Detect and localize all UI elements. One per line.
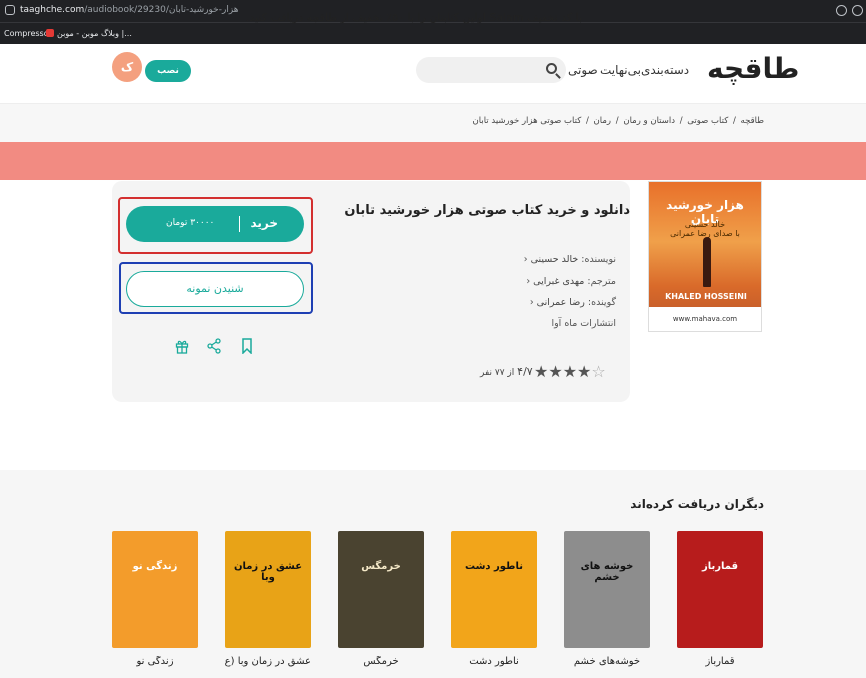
breadcrumb-item-audiobook[interactable]: کتاب صوتی xyxy=(687,116,728,126)
nav-audio[interactable]: صوتی xyxy=(568,63,598,77)
rec-cover-text: ناطور دشت xyxy=(465,561,523,572)
cover-author-en: KHALED HOSSEINI xyxy=(665,292,747,301)
author-name[interactable]: خالد حسینی xyxy=(531,254,579,265)
recommendations-title: دیگران دریافت کرده‌اند xyxy=(630,497,764,511)
bookmark-star-icon[interactable] xyxy=(852,5,863,16)
breadcrumb-item-current: کتاب صوتی هزار خورشید تابان xyxy=(472,116,582,126)
promo-text: با کد تخفیف Salam اولین کتابتان را با ۵۰… xyxy=(245,11,582,24)
user-avatar[interactable]: ک xyxy=(112,52,142,82)
bookmark-mobin-label: وبلاگ موبن - موبن |... xyxy=(57,29,132,38)
rec-cover[interactable]: زندگی نو xyxy=(112,531,198,648)
breadcrumb-item-home[interactable]: طاقچه xyxy=(741,116,764,126)
bookmark-favicon-icon xyxy=(46,29,54,37)
rec-name[interactable]: عشق در زمان وبا (ع... xyxy=(225,656,311,667)
nav-categories[interactable]: دسته‌بندی xyxy=(641,63,689,77)
rec-cover[interactable]: خرمگس xyxy=(338,531,424,648)
star-icon: ★ xyxy=(548,362,563,381)
share-icon[interactable] xyxy=(207,338,221,354)
rec-cover-text: قمارباز xyxy=(701,561,739,572)
rec-cover[interactable]: عشق در زمان وبا xyxy=(225,531,311,648)
buy-price: ۳۰۰۰۰ تومان xyxy=(166,218,215,228)
cover-site: www.mahava.com xyxy=(649,307,761,331)
rec-cover[interactable]: خوشه های خشم xyxy=(564,531,650,648)
buy-button[interactable]: خرید ۳۰۰۰۰ تومان xyxy=(126,206,304,242)
search-icon[interactable] xyxy=(546,63,557,74)
promo-banner xyxy=(0,142,866,180)
rating-count: از ۷۷ نفر xyxy=(480,368,515,378)
rec-item-grapes-of-wrath[interactable]: خوشه های خشم خوشه‌های خشم xyxy=(564,531,650,667)
gift-icon[interactable] xyxy=(175,338,189,354)
rec-name[interactable]: ناطور دشت xyxy=(451,656,537,667)
cover-subtitle: خالد حسینی با صدای رضا عمرانی xyxy=(655,220,755,238)
rec-item-catcher-in-the-rye[interactable]: ناطور دشت ناطور دشت xyxy=(451,531,537,667)
star-icon: ★ xyxy=(534,362,549,381)
rec-cover[interactable]: ناطور دشت xyxy=(451,531,537,648)
taaghche-logo[interactable]: طاقچه xyxy=(707,52,799,85)
rec-item-new-life[interactable]: زندگی نو زندگی نو xyxy=(112,531,198,667)
star-icon: ★ xyxy=(577,362,592,381)
author-row[interactable]: نویسنده: خالد حسینی ‹ xyxy=(524,254,616,265)
publisher[interactable]: انتشارات ماه آوا xyxy=(551,318,616,329)
rating-value: ۴/۷ xyxy=(517,365,533,378)
url-text[interactable]: taaghche.com/audiobook/29230/هزار-خورشید… xyxy=(20,5,239,15)
buy-separator xyxy=(239,216,240,232)
rec-cover-text: عشق در زمان وبا xyxy=(233,561,303,583)
rec-cover-text: خرمگس xyxy=(361,561,401,572)
rec-cover-text: زندگی نو xyxy=(132,561,178,572)
cover-author-fa: خالد حسینی xyxy=(684,220,726,229)
rec-item-gambler[interactable]: قمارباز قمارباز xyxy=(677,531,763,667)
translator-row[interactable]: مترجم: مهدی غبرایی ‹ xyxy=(526,276,616,287)
bookmark-icon[interactable] xyxy=(240,338,254,354)
url-path: /audiobook/29230/هزار-خورشید-تابان xyxy=(84,5,239,15)
breadcrumb-item-novel[interactable]: رمان xyxy=(594,116,612,126)
rec-name[interactable]: خوشه‌های خشم xyxy=(564,656,650,667)
rec-name[interactable]: زندگی نو xyxy=(112,656,198,667)
bookmark-mobin[interactable]: وبلاگ موبن - موبن |... xyxy=(46,29,132,38)
rec-item-love-in-time-of-cholera[interactable]: عشق در زمان وبا عشق در زمان وبا (ع... xyxy=(225,531,311,667)
rating-stars: ★★★★☆ xyxy=(534,362,606,381)
cover-figure-image xyxy=(703,237,711,287)
book-cover: هزار خورشید تابان خالد حسینی با صدای رضا … xyxy=(648,181,762,332)
site-header: طاقچه دسته‌بندی بی‌نهایت صوتی نصب طاقچه … xyxy=(0,44,866,104)
rec-cover-text: خوشه های خشم xyxy=(580,561,634,583)
nav-unlimited[interactable]: بی‌نهایت xyxy=(600,63,641,77)
narrator-row[interactable]: گوینده: رضا عمرانی ‹ xyxy=(530,297,616,308)
search-input[interactable] xyxy=(416,57,566,83)
listen-sample-button[interactable]: شنیدن نمونه xyxy=(126,271,304,307)
narrator-label: گوینده: xyxy=(587,297,616,308)
url-host: taaghche.com xyxy=(20,5,85,15)
rec-name[interactable]: قمارباز xyxy=(677,656,763,667)
book-title: دانلود و خرید کتاب صوتی هزار خورشید تابا… xyxy=(344,203,630,218)
buy-label: خرید xyxy=(250,216,278,230)
tracking-icon[interactable] xyxy=(836,5,847,16)
rating-text: ۴/۷ از ۷۷ نفر xyxy=(480,365,533,378)
star-half-icon: ☆ xyxy=(591,362,606,381)
rec-item-gadfly[interactable]: خرمگس خرمگس xyxy=(338,531,424,667)
bookmark-compressor[interactable]: Compressor xyxy=(4,29,52,38)
rec-name[interactable]: خرمگس xyxy=(338,656,424,667)
author-label: نویسنده: xyxy=(581,254,616,265)
bookmarks-bar: Compressor وبلاگ موبن - موبن |... xyxy=(0,22,866,44)
translator-label: مترجم: xyxy=(587,276,616,287)
site-info-icon[interactable] xyxy=(5,5,15,15)
breadcrumb-item-fiction[interactable]: داستان و رمان xyxy=(623,116,675,126)
breadcrumb: طاقچه / کتاب صوتی / داستان و رمان / رمان… xyxy=(472,116,765,126)
rec-cover[interactable]: قمارباز xyxy=(677,531,763,648)
narrator-name[interactable]: رضا عمرانی xyxy=(537,297,585,308)
install-app-button[interactable]: نصب طاقچه xyxy=(145,60,191,98)
translator-name[interactable]: مهدی غبرایی xyxy=(533,276,584,287)
star-icon: ★ xyxy=(562,362,578,381)
